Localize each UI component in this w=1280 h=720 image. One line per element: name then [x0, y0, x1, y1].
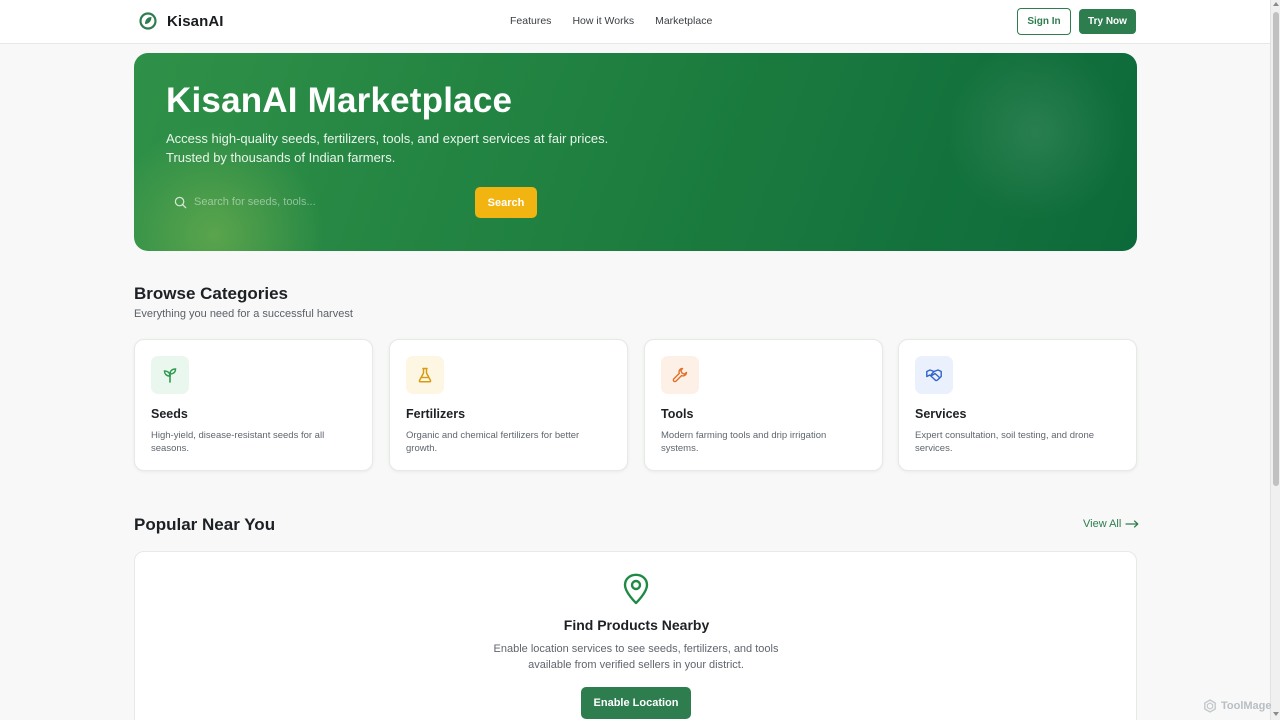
arrow-right-icon [1125, 520, 1139, 528]
search-box[interactable] [166, 186, 466, 218]
nav-features[interactable]: Features [510, 15, 551, 27]
services-description: Expert consultation, soil testing, and d… [915, 430, 1095, 454]
hero-subtitle-line1: Access high-quality seeds, fertilizers, … [166, 131, 609, 146]
view-all-label: View All [1083, 518, 1122, 530]
hexagon-logo-icon [1204, 699, 1216, 713]
seeds-description: High-yield, disease-resistant seeds for … [151, 430, 325, 454]
watermark: ToolMage [1203, 699, 1272, 713]
hero-subtitle: Access high-quality seeds, fertilizers, … [166, 129, 626, 167]
categories-title: Browse Categories [134, 284, 288, 303]
seeds-title: Seeds [151, 407, 188, 421]
category-card-fertilizers[interactable]: Fertilizers Organic and chemical fertili… [389, 339, 628, 471]
handshake-icon [926, 369, 942, 382]
search-icon [174, 196, 187, 208]
top-navbar: KisanAI Features How it Works Marketplac… [0, 0, 1270, 44]
hero-title: KisanAI Marketplace [166, 81, 513, 120]
tools-title: Tools [661, 407, 694, 421]
enable-location-button[interactable]: Enable Location [581, 687, 691, 719]
popular-title: Popular Near You [134, 515, 276, 534]
category-card-services[interactable]: Services Expert consultation, soil testi… [898, 339, 1137, 471]
wrench-icon [672, 367, 688, 383]
fertilizers-title: Fertilizers [406, 407, 466, 421]
page-scrollbar[interactable] [1270, 0, 1280, 720]
categories-subtitle: Everything you need for a successful har… [134, 308, 353, 320]
view-all-link[interactable]: View All [1083, 518, 1139, 530]
main-nav: Features How it Works Marketplace [510, 15, 712, 27]
sprout-icon [163, 368, 177, 383]
nav-marketplace[interactable]: Marketplace [655, 15, 712, 27]
nav-how-it-works[interactable]: How it Works [572, 15, 634, 27]
nearby-description: Enable location services to see seeds, f… [486, 641, 786, 673]
category-card-seeds[interactable]: Seeds High-yield, disease-resistant seed… [134, 339, 373, 471]
flask-icon [418, 367, 432, 383]
nearby-description-line1: Enable location services to see seeds, f… [493, 643, 779, 655]
scroll-thumb[interactable] [1273, 12, 1279, 486]
watermark-text: ToolMage [1221, 700, 1272, 712]
try-now-button[interactable]: Try Now [1079, 9, 1136, 34]
tools-icon-tile [661, 356, 699, 394]
brand-logo[interactable]: KisanAI [139, 12, 224, 30]
map-pin-icon [623, 573, 649, 605]
nearby-title: Find Products Nearby [563, 617, 710, 633]
nearby-description-line2: available from verified sellers in your … [528, 659, 744, 671]
search-button[interactable]: Search [475, 187, 537, 218]
services-icon-tile [915, 356, 953, 394]
nearby-panel: Find Products Nearby Enable location ser… [134, 551, 1137, 720]
scroll-down-arrow-icon[interactable] [1273, 712, 1279, 716]
tools-description: Modern farming tools and drip irrigation… [661, 430, 827, 454]
hero-subtitle-line2: Trusted by thousands of Indian farmers. [166, 150, 396, 165]
leaf-logo-icon [139, 12, 157, 30]
fertilizers-description: Organic and chemical fertilizers for bet… [406, 430, 580, 454]
services-title: Services [915, 407, 967, 421]
sign-in-button[interactable]: Sign In [1017, 8, 1071, 35]
hero-banner: KisanAI Marketplace Access high-quality … [134, 53, 1137, 251]
brand-name: KisanAI [167, 12, 224, 30]
search-input[interactable] [187, 186, 466, 218]
seeds-icon-tile [151, 356, 189, 394]
scroll-up-arrow-icon[interactable] [1273, 2, 1279, 6]
category-card-tools[interactable]: Tools Modern farming tools and drip irri… [644, 339, 883, 471]
fertilizers-icon-tile [406, 356, 444, 394]
